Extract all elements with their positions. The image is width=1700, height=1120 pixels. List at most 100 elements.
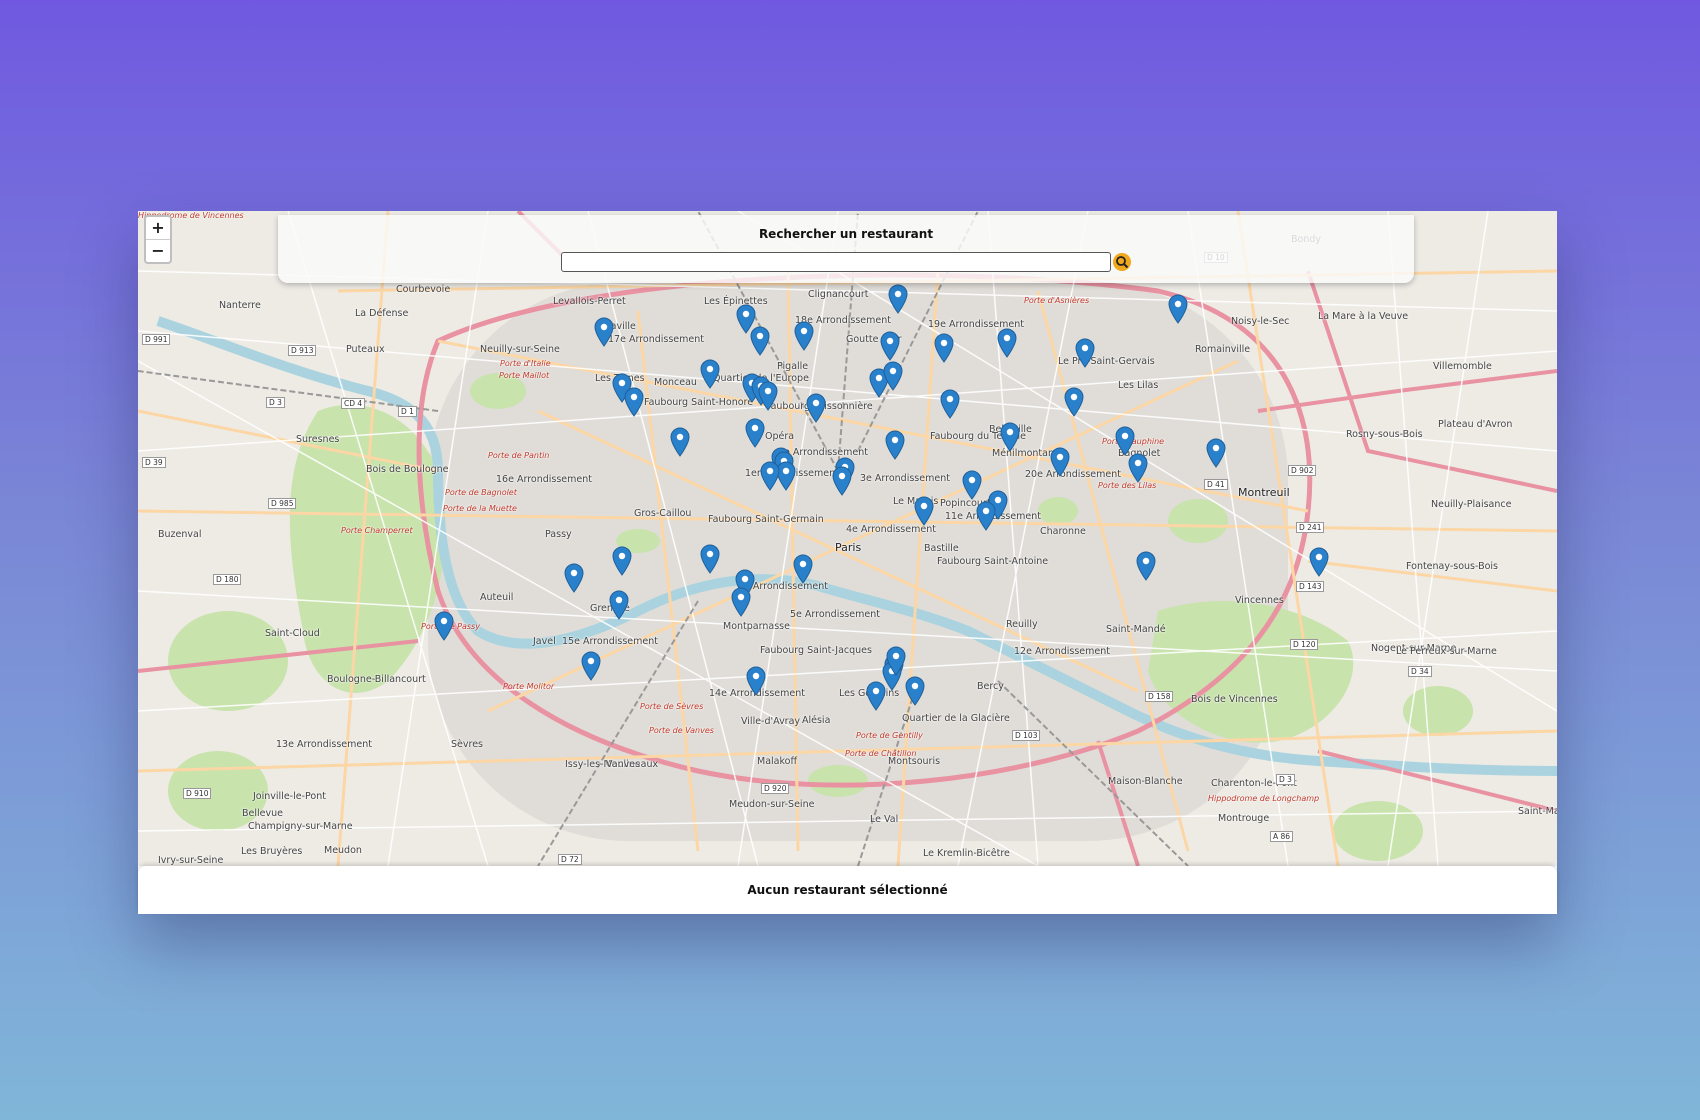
restaurant-marker[interactable] [976, 501, 996, 531]
map-label: Meudon-sur-Seine [729, 799, 815, 810]
map-label: Passy [545, 529, 572, 540]
restaurant-marker[interactable] [880, 331, 900, 361]
restaurant-marker[interactable] [832, 466, 852, 496]
map-label: Porte de Gentilly [856, 731, 923, 740]
restaurant-marker[interactable] [750, 326, 770, 356]
map-label: Saint-Cloud [265, 628, 320, 639]
restaurant-marker[interactable] [914, 496, 934, 526]
map-label: Sèvres [451, 739, 483, 750]
restaurant-marker[interactable] [731, 587, 751, 617]
map-label: Gros-Caillou [634, 508, 692, 519]
road-number-tag: D 3 [1276, 774, 1295, 785]
zoom-control: + − [144, 215, 172, 264]
restaurant-marker[interactable] [1064, 387, 1084, 417]
map-label: Monceau [654, 377, 697, 388]
map-label: Noisy-le-Sec [1231, 316, 1290, 327]
restaurant-marker[interactable] [997, 328, 1017, 358]
map-label: Saint-Maurice [1518, 806, 1557, 817]
map-label: Montparnasse [723, 621, 790, 632]
restaurant-marker[interactable] [700, 544, 720, 574]
restaurant-marker[interactable] [700, 359, 720, 389]
map-label: Bastille [924, 543, 959, 554]
restaurant-marker[interactable] [885, 430, 905, 460]
restaurant-marker[interactable] [888, 284, 908, 314]
restaurant-marker[interactable] [1168, 294, 1188, 324]
road-number-tag: D 920 [761, 783, 790, 794]
map-label: Paris [835, 541, 862, 554]
search-button[interactable] [1112, 252, 1132, 272]
restaurant-marker[interactable] [612, 546, 632, 576]
selected-restaurant-status: Aucun restaurant sélectionné [747, 883, 948, 897]
map-label: Nanterre [219, 300, 261, 311]
road-number-tag: D 913 [288, 345, 317, 356]
map-base-tiles [138, 211, 1557, 866]
restaurant-marker[interactable] [883, 361, 903, 391]
road-number-tag: D 143 [1296, 581, 1325, 592]
restaurant-marker[interactable] [624, 387, 644, 417]
map-label: Les Bruyères [241, 846, 303, 857]
map-label: Opéra [765, 431, 795, 442]
map-label: Buzenval [158, 529, 202, 540]
map-label: La Mare à la Veuve [1318, 311, 1409, 322]
restaurant-marker[interactable] [934, 333, 954, 363]
road-number-tag: A 86 [1270, 831, 1294, 842]
map-label: Malakoff [757, 756, 797, 767]
map-label: Neuilly-Plaisance [1431, 499, 1512, 510]
road-number-tag: D 902 [1288, 465, 1317, 476]
map-label: Neuilly-sur-Seine [480, 344, 560, 355]
restaurant-marker[interactable] [760, 461, 780, 491]
restaurant-marker[interactable] [1050, 447, 1070, 477]
restaurant-marker[interactable] [886, 646, 906, 676]
restaurant-marker[interactable] [609, 590, 629, 620]
restaurant-marker[interactable] [434, 611, 454, 641]
map-label: 16e Arrondissement [496, 474, 592, 485]
map-label: Vanves [606, 759, 641, 770]
restaurant-marker[interactable] [758, 381, 778, 411]
map-label: Hippodrome de Longchamp [1208, 794, 1320, 803]
restaurant-marker[interactable] [866, 681, 886, 711]
restaurant-marker[interactable] [905, 676, 925, 706]
restaurant-marker[interactable] [940, 389, 960, 419]
restaurant-marker[interactable] [1128, 453, 1148, 483]
map-label: 15e Arrondissement [562, 636, 658, 647]
map-label: 5e Arrondissement [790, 609, 880, 620]
map-label: Plateau d'Avron [1438, 419, 1513, 430]
map-label: Le Kremlin-Bicêtre [923, 848, 1010, 859]
restaurant-marker[interactable] [1075, 338, 1095, 368]
restaurant-marker[interactable] [962, 470, 982, 500]
restaurant-marker[interactable] [581, 651, 601, 681]
map-label: Bois de Boulogne [366, 464, 449, 475]
map-label: Joinville-le-Pont [253, 791, 326, 802]
map-view[interactable]: Courbevoie Levallois-Perret Les Épinettes C… [138, 211, 1557, 866]
road-number-tag: D 180 [213, 574, 242, 585]
map-label: Charonne [1040, 526, 1086, 537]
road-number-tag: D 3 [266, 397, 285, 408]
restaurant-marker[interactable] [670, 427, 690, 457]
restaurant-marker[interactable] [1136, 551, 1156, 581]
road-number-tag: D 41 [1204, 479, 1228, 490]
map-label: Bellevue [242, 808, 283, 819]
status-bar: Aucun restaurant sélectionné [138, 866, 1557, 914]
map-label: Rosny-sous-Bois [1346, 429, 1423, 440]
search-input[interactable] [561, 252, 1111, 272]
restaurant-marker[interactable] [1309, 547, 1329, 577]
restaurant-marker[interactable] [1115, 426, 1135, 456]
road-number-tag: D 991 [142, 334, 171, 345]
restaurant-marker[interactable] [794, 321, 814, 351]
restaurant-marker[interactable] [1000, 422, 1020, 452]
map-label: Le Val [870, 814, 899, 825]
restaurant-marker[interactable] [793, 554, 813, 584]
restaurant-marker[interactable] [594, 317, 614, 347]
restaurant-marker[interactable] [564, 563, 584, 593]
map-label: Bercy [977, 681, 1004, 692]
map-label: La Défense [355, 308, 409, 319]
restaurant-marker[interactable] [806, 393, 826, 423]
restaurant-marker[interactable] [746, 666, 766, 696]
map-label: Porte de Sèvres [640, 702, 704, 711]
restaurant-marker[interactable] [745, 418, 765, 448]
zoom-in-button[interactable]: + [146, 217, 170, 239]
map-label: Puteaux [346, 344, 385, 355]
restaurant-marker[interactable] [1206, 438, 1226, 468]
map-label: Ville-d'Avray [741, 716, 801, 727]
zoom-out-button[interactable]: − [146, 239, 170, 262]
